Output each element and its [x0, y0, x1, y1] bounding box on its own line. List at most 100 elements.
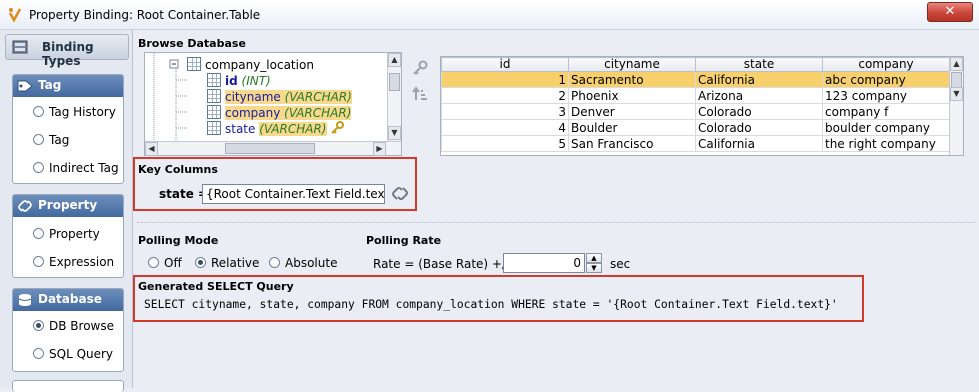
tree-table-node[interactable]: company_location [187, 57, 314, 72]
next-group-stub [12, 380, 124, 392]
radio-circle [33, 106, 44, 117]
database-group-label: Database [38, 292, 102, 306]
column-icon [207, 89, 221, 103]
radio-label: Tag History [49, 105, 116, 119]
radio-circle [33, 228, 44, 239]
radio-sql-query[interactable]: SQL Query [33, 347, 113, 363]
radio-circle [33, 162, 44, 173]
spin-down-icon[interactable]: ▼ [586, 263, 602, 273]
tag-group-header[interactable]: Tag [13, 75, 123, 97]
cell-cityname: Boulder [568, 119, 696, 136]
column-type: (VARCHAR) [284, 90, 352, 104]
table-icon [187, 57, 201, 71]
radio-label: SQL Query [49, 347, 114, 361]
tree-column-id[interactable]: id (INT) [207, 73, 271, 88]
column-icon [207, 105, 221, 119]
radio-tag-history[interactable]: Tag History [33, 105, 116, 121]
rate-unit-label: sec [610, 257, 631, 271]
table-row[interactable]: 5 San Francisco California the right com… [441, 135, 950, 152]
radio-polling-absolute[interactable]: Absolute [269, 256, 337, 270]
column-name: cityname [225, 90, 281, 104]
cell-company: company f [822, 103, 950, 120]
close-button[interactable]: ✕ [927, 2, 973, 22]
spin-up-icon[interactable]: ▲ [586, 253, 602, 263]
window-title: Property Binding: Root Container.Table [29, 8, 261, 22]
link-icon [18, 200, 32, 212]
cell-state: Arizona [695, 87, 823, 104]
scroll-thumb[interactable] [225, 143, 315, 154]
cell-state: California [695, 135, 823, 152]
radio-property[interactable]: Property [33, 227, 100, 243]
radio-circle [148, 257, 159, 268]
database-group-header[interactable]: Database [13, 289, 123, 311]
tree-column-state[interactable]: state (VARCHAR) [207, 121, 345, 136]
scroll-up-icon[interactable]: ▲ [388, 53, 401, 67]
radio-circle [33, 348, 44, 359]
column-name: id [225, 74, 238, 88]
binding-types-label: Binding Types [42, 40, 94, 68]
grid-header-id[interactable]: id [441, 57, 569, 72]
grid-header-state[interactable]: state [695, 57, 823, 72]
binding-types-header[interactable]: Binding Types [5, 34, 129, 68]
cell-company: boulder company [822, 119, 950, 136]
key-icon [331, 121, 345, 134]
cell-state: Colorado [695, 103, 823, 120]
scroll-up-icon[interactable]: ▲ [950, 57, 963, 71]
schema-tree[interactable]: company_location id (INT) cityname (VARC… [144, 52, 402, 156]
tree-column-cityname[interactable]: cityname (VARCHAR) [207, 89, 352, 104]
generated-query-text[interactable]: SELECT cityname, state, company FROM com… [144, 298, 838, 311]
tree-vertical-scrollbar[interactable]: ▲ ▼ [387, 53, 401, 141]
polling-mode-label: Polling Mode [138, 234, 219, 247]
table-row[interactable]: 2 Phoenix Arizona 123 company [441, 87, 950, 104]
scroll-down-icon[interactable]: ▼ [950, 87, 963, 101]
radio-db-browse[interactable]: DB Browse [33, 319, 114, 335]
table-row[interactable]: 4 Boulder Colorado boulder company [441, 119, 950, 136]
title-bar: Property Binding: Root Container.Table ✕ [0, 0, 979, 30]
radio-label: Expression [49, 255, 115, 269]
radio-circle [33, 134, 44, 145]
rate-prefix-label: Rate = (Base Rate) +/- [373, 257, 511, 271]
preview-table[interactable]: id cityname state company 1 Sacramento C… [440, 56, 964, 156]
link-binding-icon[interactable] [391, 186, 409, 202]
tag-group-label: Tag [38, 78, 62, 92]
key-toggle-icon[interactable] [412, 60, 428, 76]
tag-icon [17, 80, 33, 92]
radio-expression[interactable]: Expression [33, 255, 114, 271]
polling-rate-label: Polling Rate [366, 234, 442, 247]
key-columns-label: Key Columns [138, 163, 218, 176]
section-divider [137, 222, 975, 224]
scroll-left-icon[interactable]: ◀ [145, 142, 158, 156]
radio-label: Tag [49, 133, 70, 147]
radio-circle-selected [33, 320, 44, 331]
binding-types-icon [12, 40, 28, 54]
cell-state: California [695, 71, 823, 88]
tree-horizontal-scrollbar[interactable]: ◀ ▶ [145, 141, 401, 156]
radio-tag[interactable]: Tag [33, 133, 69, 149]
cell-cityname: San Francisco [568, 135, 696, 152]
property-group-header[interactable]: Property [13, 195, 123, 217]
browse-database-label: Browse Database [138, 37, 246, 50]
radio-circle-selected [195, 257, 206, 268]
scroll-right-icon[interactable]: ▶ [373, 142, 386, 156]
radio-label: Off [164, 256, 182, 270]
grid-header-company[interactable]: company [822, 57, 950, 72]
scroll-thumb[interactable] [389, 73, 400, 91]
key-value-input[interactable]: {Root Container.Text Field.text} [202, 184, 385, 204]
sort-icon[interactable] [412, 86, 428, 102]
scroll-down-icon[interactable]: ▼ [388, 126, 401, 140]
key-field-label: state = [159, 187, 209, 201]
cell-state: Colorado [695, 119, 823, 136]
cell-cityname: Denver [568, 103, 696, 120]
table-row[interactable]: 1 Sacramento California abc company [441, 71, 950, 88]
radio-polling-relative[interactable]: Relative [195, 256, 259, 270]
radio-indirect-tag[interactable]: Indirect Tag [33, 161, 119, 177]
generated-query-label: Generated SELECT Query [138, 280, 294, 293]
grid-vertical-scrollbar[interactable]: ▲ ▼ [949, 57, 963, 155]
grid-header-cityname[interactable]: cityname [568, 57, 696, 72]
cell-id: 5 [441, 135, 569, 152]
radio-polling-off[interactable]: Off [148, 256, 182, 270]
table-row[interactable]: 3 Denver Colorado company f [441, 103, 950, 120]
tree-column-company[interactable]: company (VARCHAR) [207, 105, 352, 120]
polling-rate-spinner[interactable]: ▲ ▼ [586, 253, 602, 273]
polling-rate-input[interactable]: 0 [503, 253, 585, 273]
